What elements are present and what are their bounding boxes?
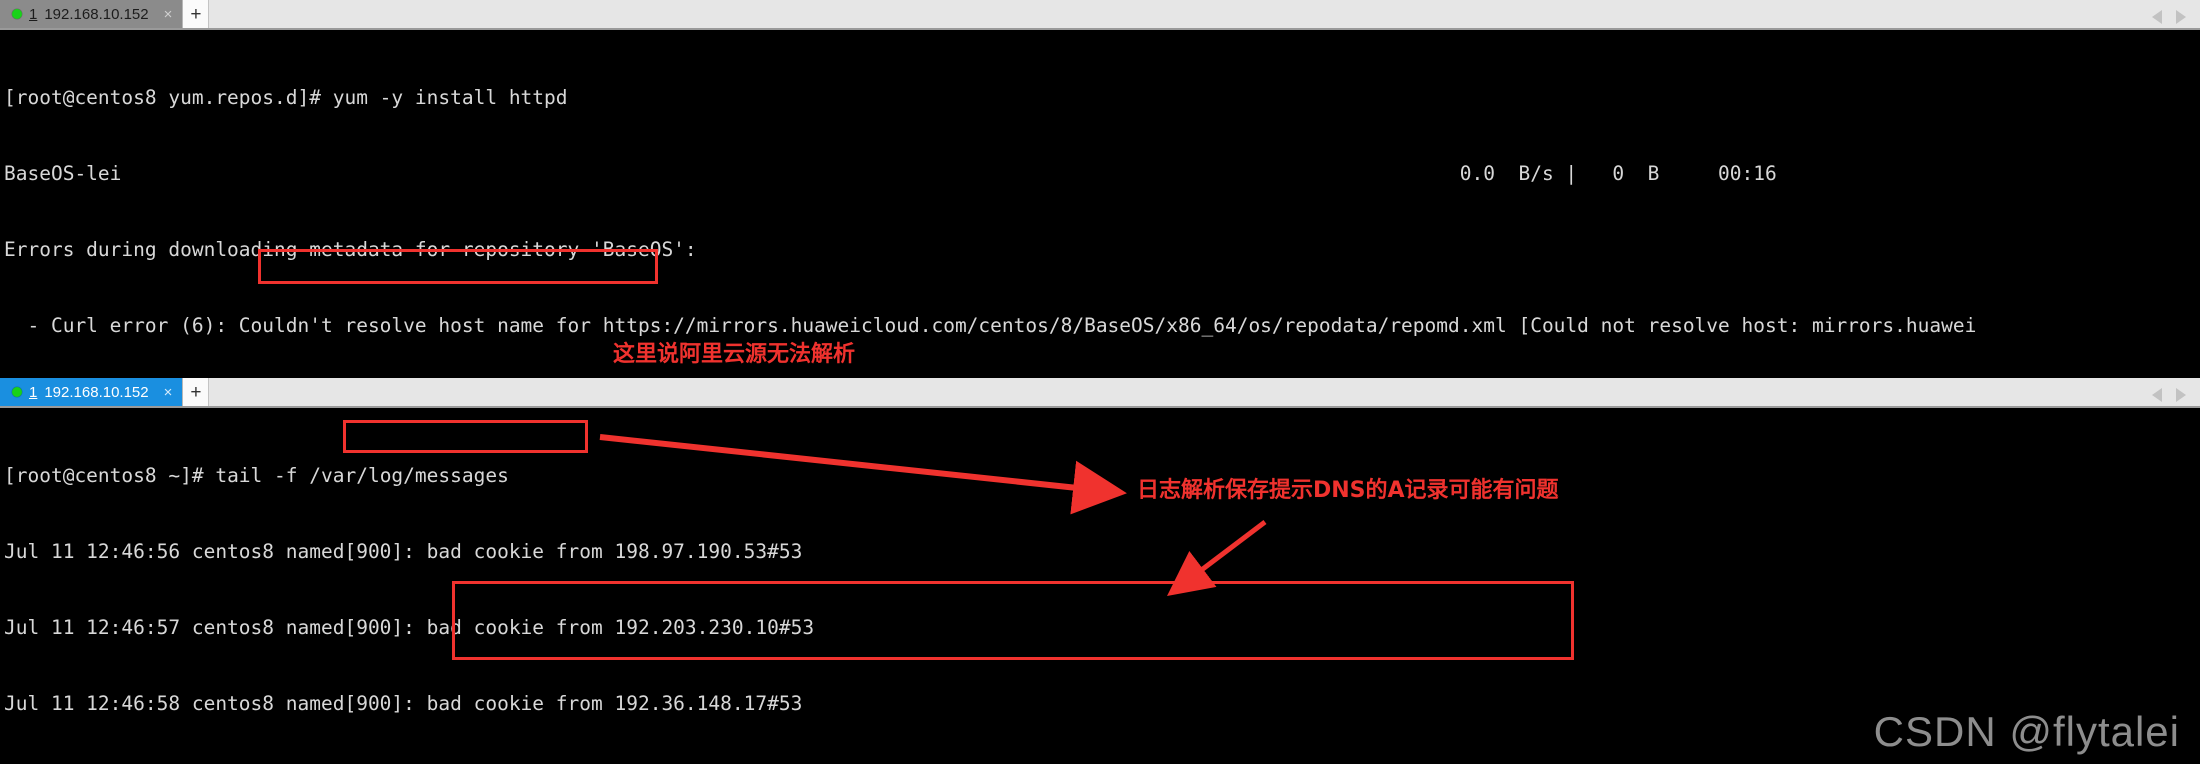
terminal-output-top[interactable]: [root@centos8 yum.repos.d]# yum -y insta… [0, 30, 2200, 718]
chevron-right-icon[interactable] [2176, 388, 2186, 402]
shell-prompt: [root@centos8 ~]# [4, 463, 216, 487]
terminal-line: Errors during downloading metadata for r… [4, 238, 697, 262]
shell-command: tail -f [215, 463, 310, 487]
tab-session-1-bottom[interactable]: 1 192.168.10.152 × [0, 378, 184, 406]
terminal-line: Jul 11 12:46:58 centos8 named[900]: bad … [4, 692, 803, 716]
new-tab-button[interactable]: + [183, 0, 210, 28]
terminal-command-line: [root@centos8 ~]# tail -f /var/log/messa… [4, 463, 2200, 488]
tab-scroll-controls [2152, 10, 2200, 28]
connected-dot-icon [12, 387, 22, 397]
screenshot-root: 1 192.168.10.152 × + [root@centos8 yum.r… [0, 0, 2200, 764]
terminal-line: - Curl error (6): Couldn't resolve host … [4, 314, 1977, 338]
new-tab-button[interactable]: + [183, 378, 210, 406]
tabbar-spacer [209, 378, 2152, 406]
tab-title: 192.168.10.152 [44, 5, 149, 23]
terminal-line: Jul 11 12:46:56 centos8 named[900]: bad … [4, 540, 803, 564]
terminal-line: BaseOS-lei 0.0 B/s | 0 B 00:16 [4, 162, 1777, 186]
terminal-line: Jul 11 12:46:57 centos8 named[900]: bad … [4, 616, 815, 640]
terminal-line: [root@centos8 yum.repos.d]# yum -y insta… [4, 85, 568, 109]
tab-scroll-controls [2152, 388, 2200, 406]
tab-session-1-top[interactable]: 1 192.168.10.152 × [0, 0, 184, 28]
chevron-left-icon[interactable] [2152, 388, 2162, 402]
top-tabbar: 1 192.168.10.152 × + [0, 0, 2200, 30]
connected-dot-icon [12, 9, 22, 19]
log-file-path: /var/log/messages [309, 463, 509, 487]
close-icon[interactable]: × [164, 385, 173, 400]
bottom-tabbar: 1 192.168.10.152 × + [0, 378, 2200, 408]
chevron-right-icon[interactable] [2176, 10, 2186, 24]
terminal-output-bottom[interactable]: [root@centos8 ~]# tail -f /var/log/messa… [0, 408, 2200, 762]
tab-title: 192.168.10.152 [44, 383, 149, 401]
tab-index: 1 [29, 5, 38, 23]
close-icon[interactable]: × [164, 7, 173, 22]
tabbar-spacer [209, 0, 2152, 28]
tab-index: 1 [29, 383, 38, 401]
chevron-left-icon[interactable] [2152, 10, 2162, 24]
